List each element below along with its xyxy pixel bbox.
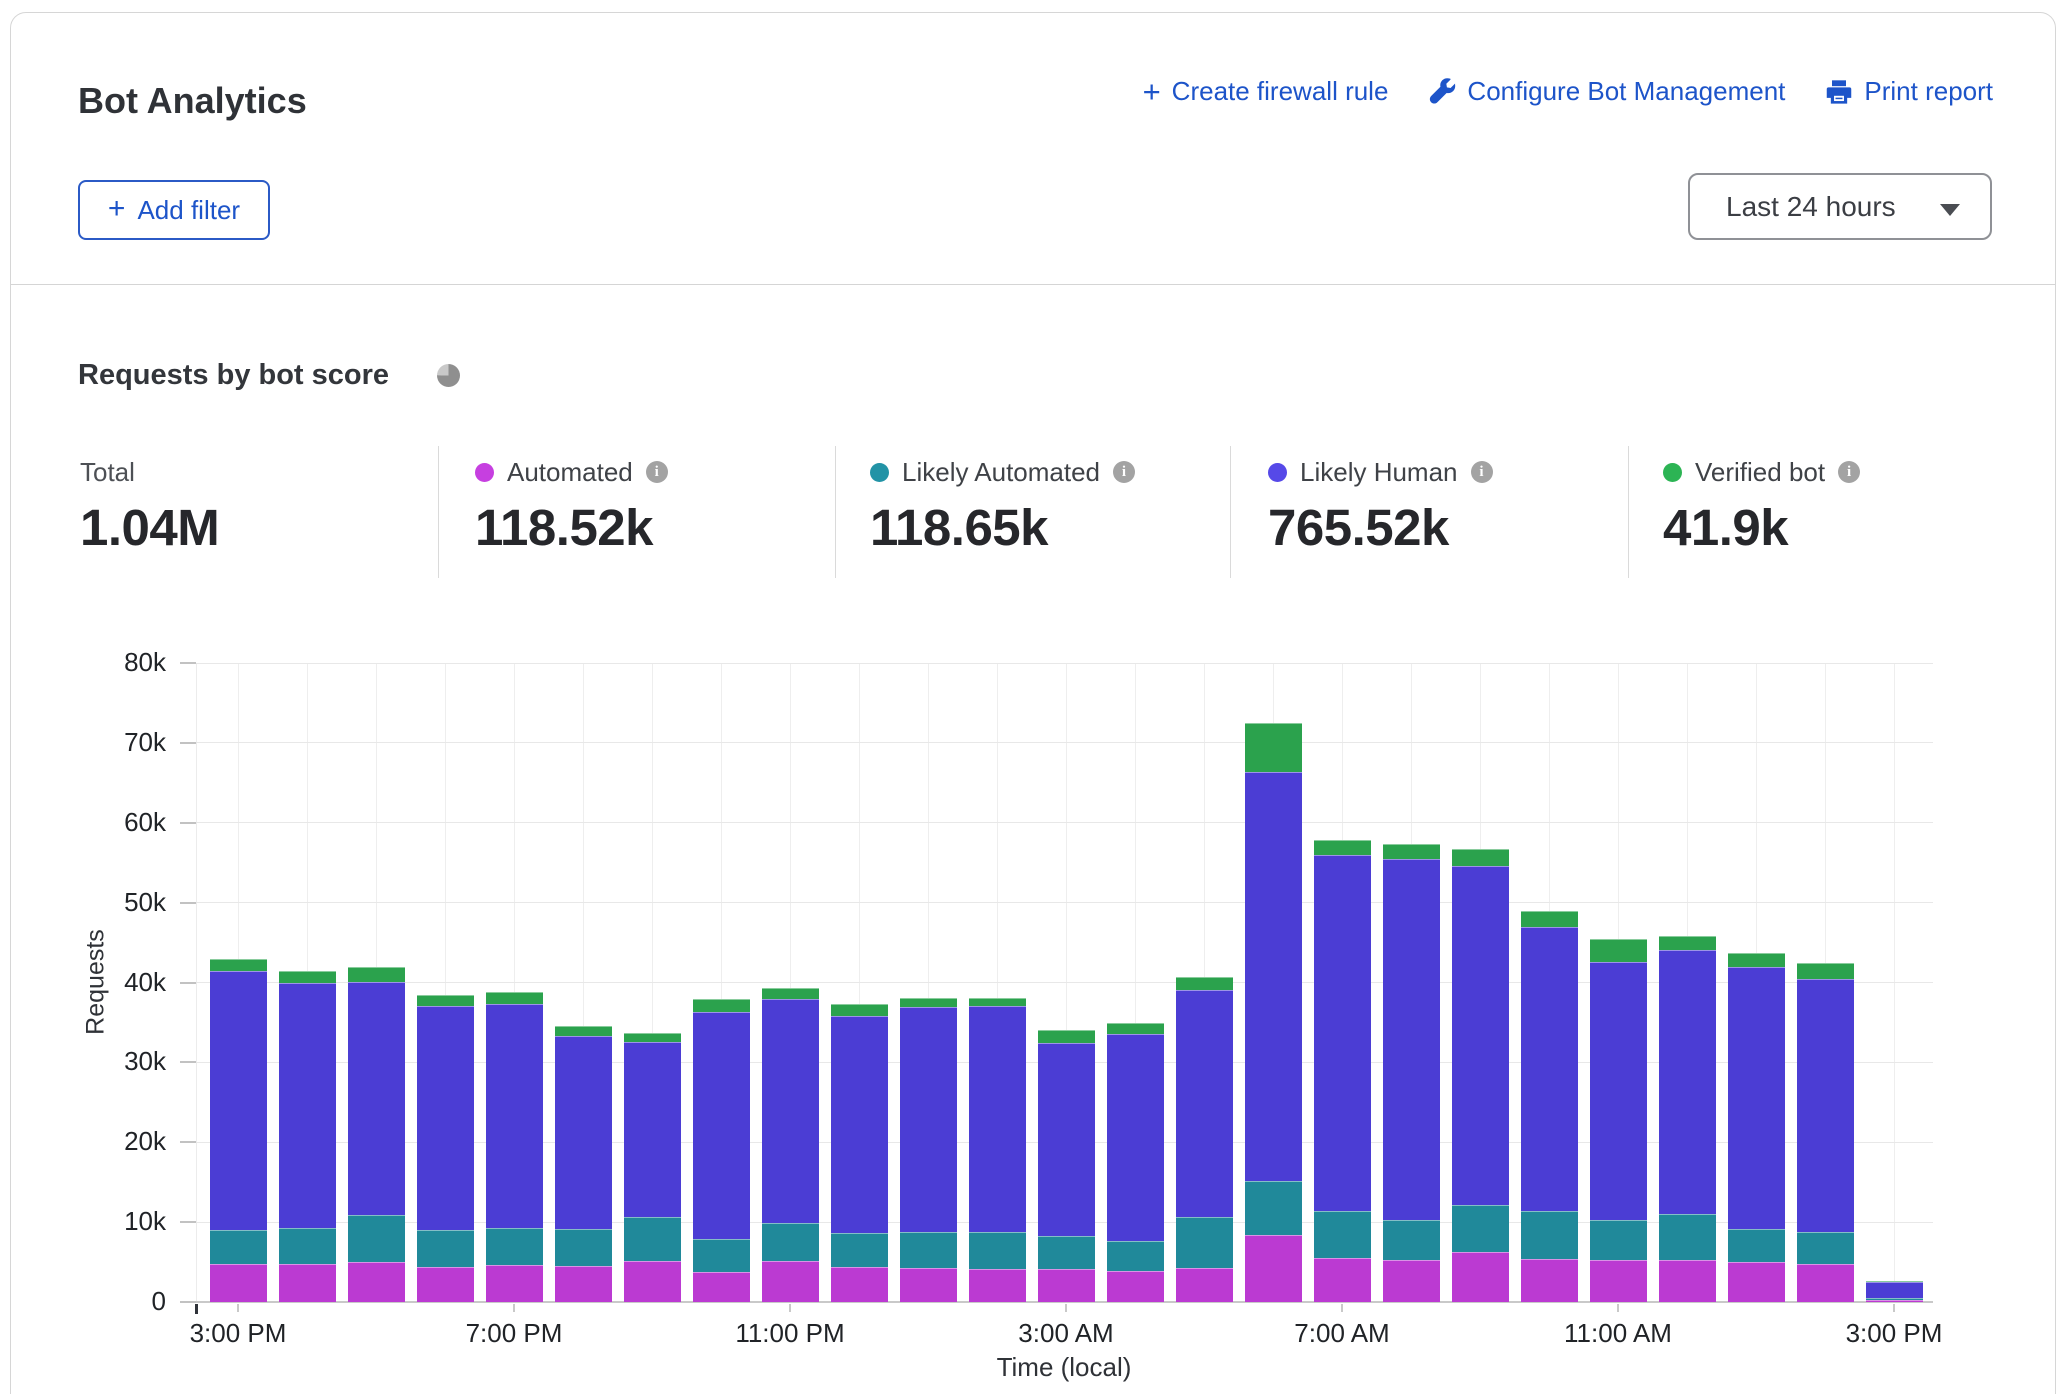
time-range-select[interactable]: Last 24 hours [1688,173,1992,240]
info-icon[interactable]: i [1471,461,1493,483]
likely-automated-dot [870,463,889,482]
plus-icon: + [108,195,126,222]
stat-likely-human: Likely Human i 765.52k [1268,458,1493,557]
automated-dot [475,463,494,482]
info-icon[interactable]: i [646,461,668,483]
wrench-icon [1428,78,1456,106]
verified-bot-dot [1663,463,1682,482]
stat-automated: Automated i 118.52k [475,458,668,557]
pie-chart-icon [437,364,460,387]
header-actions: + Create firewall rule Configure Bot Man… [1143,76,1993,107]
section-title: Requests by bot score [78,359,389,392]
stat-likely-automated: Likely Automated i 118.65k [870,458,1135,557]
configure-bot-management-link[interactable]: Configure Bot Management [1428,76,1785,107]
info-icon[interactable]: i [1113,461,1135,483]
print-report-link[interactable]: Print report [1825,76,1993,107]
chevron-down-icon [1940,204,1960,216]
create-firewall-rule-link[interactable]: + Create firewall rule [1143,76,1389,107]
add-filter-button[interactable]: + Add filter [78,180,270,240]
page-title: Bot Analytics [78,80,307,122]
printer-icon [1825,78,1853,106]
stat-verified-bot: Verified bot i 41.9k [1663,458,1860,557]
plus-icon: + [1143,78,1161,105]
header-divider [11,284,2055,285]
stat-total: Total 1.04M [80,458,219,557]
likely-human-dot [1268,463,1287,482]
info-icon[interactable]: i [1838,461,1860,483]
